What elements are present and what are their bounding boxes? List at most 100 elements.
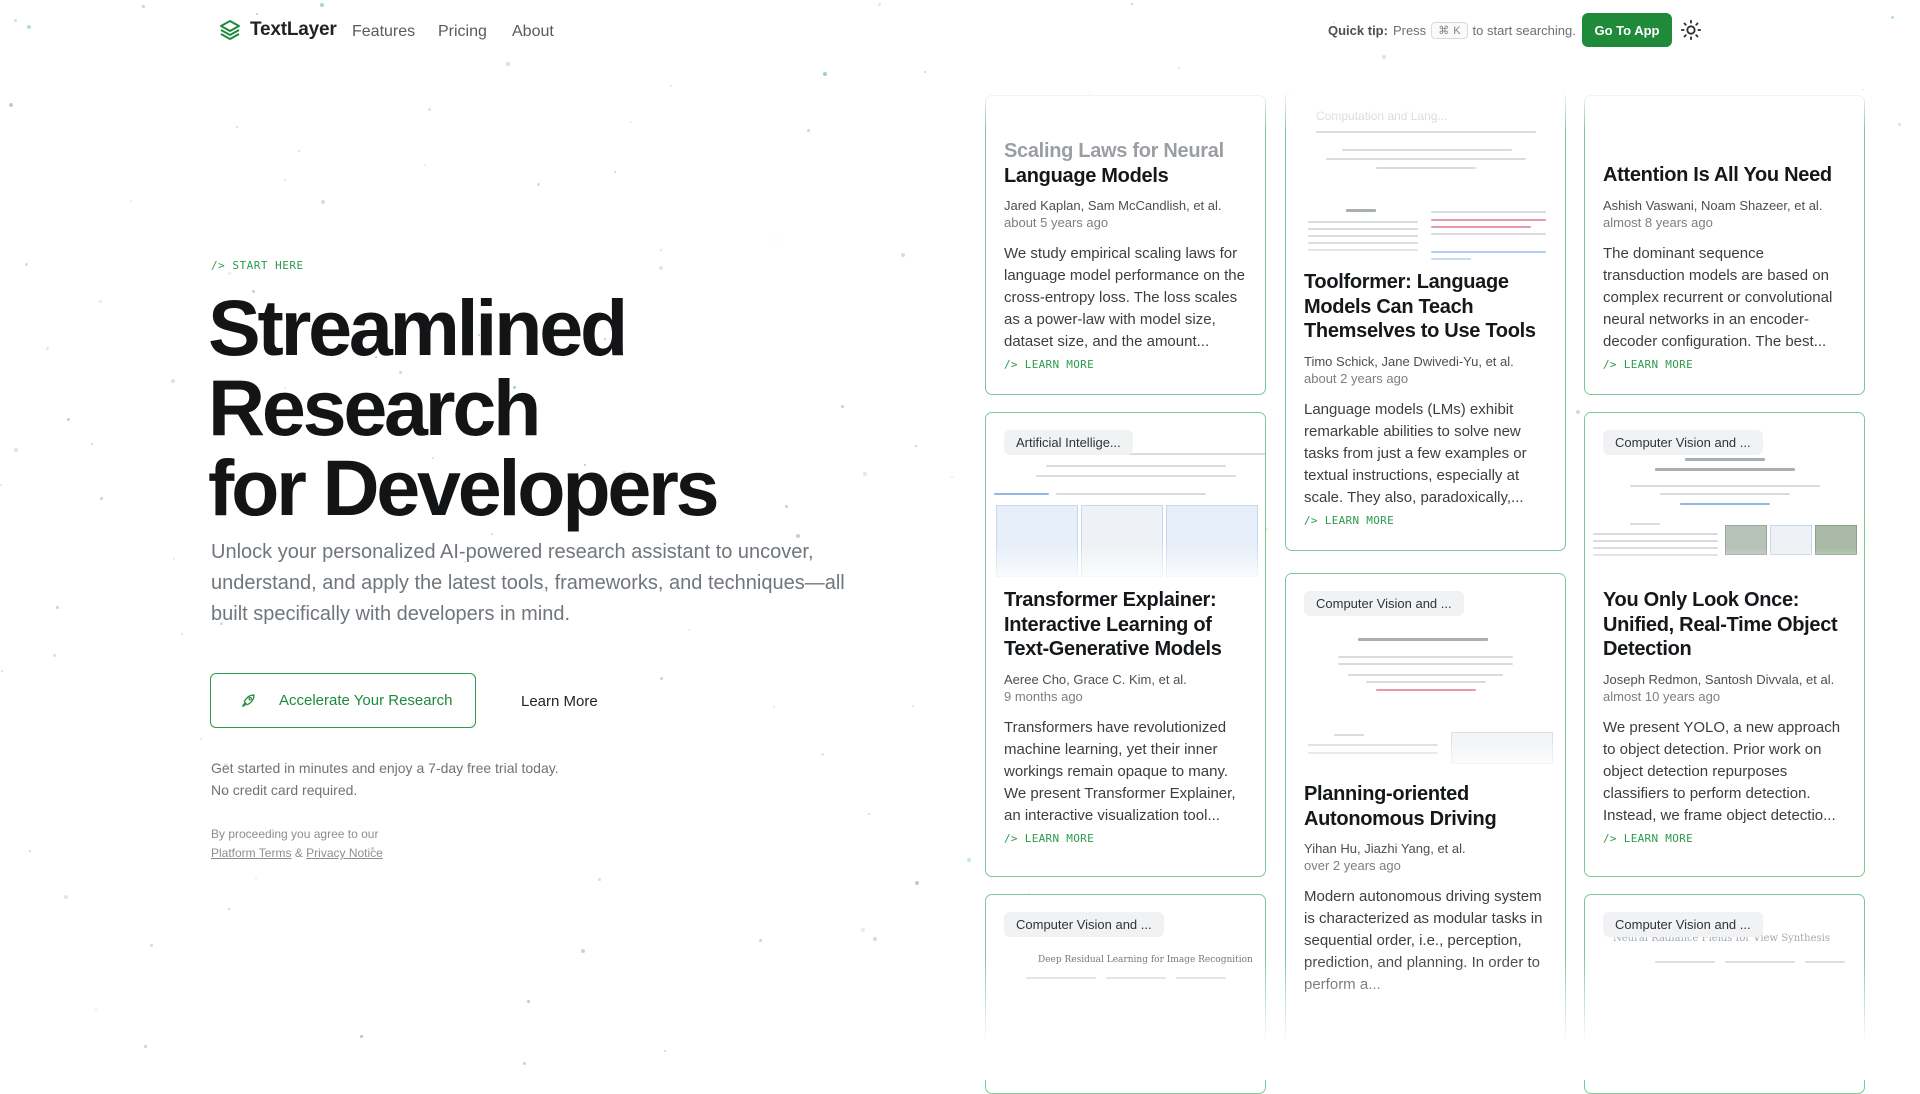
free-trial-line-1: Get started in minutes and enjoy a 7-day…: [211, 760, 559, 776]
accelerate-research-label: Accelerate Your Research: [279, 692, 453, 709]
learn-more-link[interactable]: Learn More: [521, 693, 598, 710]
paper-date: about 2 years ago: [1304, 370, 1409, 386]
nav-link-pricing[interactable]: Pricing: [438, 23, 487, 41]
free-trial-line-2: No credit card required.: [211, 782, 358, 798]
background-dot: [664, 1050, 667, 1053]
background-dot: [924, 71, 927, 74]
paper-abstract: Language models (LMs) exhibit remarkable…: [1304, 400, 1527, 506]
paper-title: Planning-oriented Autonomous Driving: [1304, 783, 1497, 830]
textlayer-logo-icon: [220, 20, 240, 40]
background-dot: [785, 505, 788, 508]
background-dot: [841, 405, 844, 408]
background-dot: [659, 266, 663, 270]
learn-more-link[interactable]: /> LEARN MORE: [1603, 832, 1848, 845]
paper-category-chip: Computer Vision and ...: [1004, 912, 1164, 937]
background-dot: [967, 858, 971, 862]
background-dot: [9, 103, 13, 107]
background-dot: [670, 85, 673, 88]
background-dot: [660, 677, 663, 680]
paper-abstract: Modern autonomous driving system is char…: [1304, 888, 1543, 993]
background-dot: [581, 949, 585, 953]
nav-link-features[interactable]: Features: [352, 23, 415, 41]
background-dot: [200, 738, 203, 741]
background-dot: [67, 418, 70, 421]
background-dot: [424, 164, 426, 166]
background-dot: [598, 878, 601, 881]
learn-more-link[interactable]: /> LEARN MORE: [1004, 832, 1249, 845]
platform-terms-link[interactable]: Platform Terms: [211, 846, 291, 860]
paper-card[interactable]: Computation and Lang... Toolformer: Lang…: [1285, 90, 1566, 551]
legal-prefix: By proceeding you agree to our: [211, 827, 379, 841]
background-dot: [284, 179, 286, 181]
background-dot: [29, 850, 31, 852]
top-navigation: TextLayer Features Pricing About Quick t…: [0, 0, 1920, 62]
background-dot: [150, 944, 153, 947]
learn-more-link[interactable]: /> LEARN MORE: [1304, 514, 1549, 527]
privacy-notice-link[interactable]: Privacy Notice: [306, 846, 383, 860]
paper-card[interactable]: Computer Vision and ... Planning-oriente…: [1285, 573, 1566, 1053]
background-dot: [759, 939, 763, 943]
paper-abstract: We present YOLO, a new approach to objec…: [1603, 718, 1841, 824]
background-dot: [181, 633, 183, 635]
learn-more-link[interactable]: /> LEARN MORE: [1004, 358, 1249, 371]
background-dot: [915, 881, 919, 885]
background-dot: [255, 877, 257, 879]
legal-notice: By proceeding you agree to our Platform …: [211, 825, 383, 863]
paper-card[interactable]: Artificial Intellige... Transformer Expl…: [985, 412, 1266, 877]
quick-tip: Quick tip: Press ⌘ K to start searching.: [1328, 22, 1576, 39]
go-to-app-button[interactable]: Go To App: [1582, 13, 1672, 47]
paper-category-chip: Artificial Intellige...: [1004, 430, 1133, 455]
hero-headline-line-1: Streamlined: [208, 283, 628, 372]
accelerate-research-button[interactable]: Accelerate Your Research: [210, 673, 476, 728]
background-dot: [868, 813, 870, 815]
paper-date: almost 10 years ago: [1603, 688, 1721, 704]
background-dot: [46, 347, 49, 350]
paper-category-chip: Computer Vision and ...: [1603, 912, 1763, 937]
background-dot: [64, 895, 68, 899]
background-dot: [171, 379, 175, 383]
background-dot: [773, 706, 776, 709]
background-dot: [1178, 67, 1181, 70]
paper-date: almost 8 years ago: [1603, 214, 1713, 230]
hero-subheading: Unlock your personalized AI-powered rese…: [211, 541, 845, 625]
background-dot: [144, 1045, 147, 1048]
shortcut-key-badge: ⌘ K: [1431, 22, 1468, 39]
rocket-icon: [242, 693, 255, 707]
background-dot: [321, 200, 325, 204]
background-dot: [1862, 89, 1864, 91]
paper-date: 9 months ago: [1004, 688, 1083, 704]
background-dot: [491, 533, 493, 535]
background-dot: [951, 476, 953, 478]
paper-title: Attention Is All You Need: [1603, 164, 1832, 186]
paper-title: You Only Look Once: Unified, Real-Time O…: [1603, 589, 1838, 660]
paper-thumbnail: [986, 973, 1265, 1013]
learn-more-link[interactable]: /> LEARN MORE: [1603, 358, 1848, 371]
background-dot: [0, 484, 3, 487]
brand-logo-link[interactable]: TextLayer: [218, 18, 337, 42]
paper-card[interactable]: Scaling Laws for Neural Language Models …: [985, 95, 1266, 395]
paper-date: about 5 years ago: [1004, 215, 1109, 230]
hero-headline-line-3: for Developers: [208, 443, 720, 532]
background-dot: [630, 121, 632, 123]
background-dot: [915, 445, 917, 447]
paper-card[interactable]: Attention Is All You Need Ashish Vaswani…: [1584, 95, 1865, 395]
background-dot: [236, 126, 239, 129]
background-dot: [537, 183, 541, 187]
background-dot: [873, 937, 877, 941]
nav-link-about[interactable]: About: [512, 23, 554, 41]
background-dot: [821, 753, 825, 757]
paper-thumbnail: [1585, 955, 1864, 995]
paper-authors: Ashish Vaswani, Noam Shazeer, et al.: [1603, 197, 1823, 213]
quick-tip-press: Press: [1392, 23, 1427, 38]
legal-and: &: [294, 846, 303, 860]
background-dot: [901, 253, 905, 257]
paper-card[interactable]: Computer Vision and ... Deep Residual Le…: [985, 894, 1266, 1094]
sun-icon[interactable]: [1680, 19, 1702, 41]
background-dot: [228, 908, 230, 910]
paper-card[interactable]: Computer Vision and ... Neural Radiance …: [1584, 894, 1865, 1094]
paper-card[interactable]: Computer Vision and ... You Only Look On…: [1584, 412, 1865, 877]
paper-thumbnail-caption: Computation and Lang...: [1316, 109, 1448, 123]
background-dot: [807, 129, 810, 132]
paper-abstract: The dominant sequence transduction model…: [1603, 244, 1833, 350]
background-dot: [912, 705, 914, 707]
